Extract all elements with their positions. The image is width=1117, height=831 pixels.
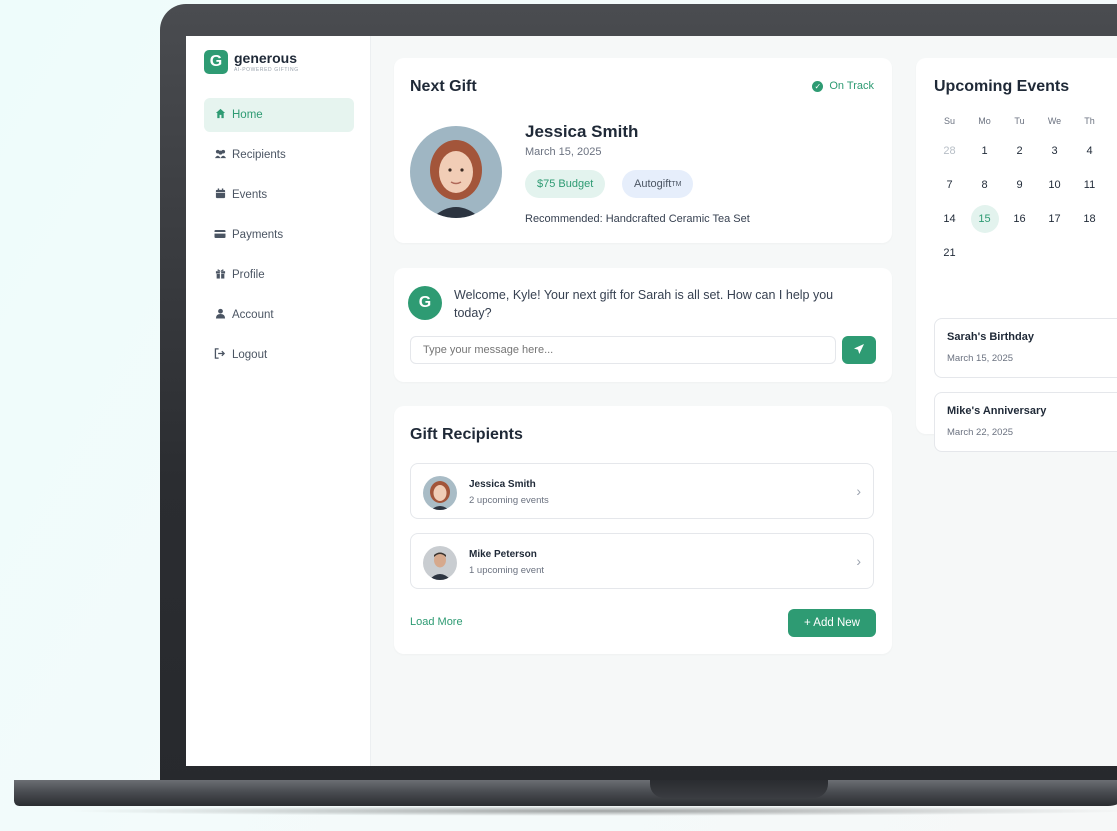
sidebar-item-label: Account (232, 309, 274, 321)
sidebar-item-events[interactable]: Events (204, 178, 354, 212)
calendar-day[interactable]: 16 (1002, 213, 1037, 225)
calendar-day-today[interactable]: 15 (970, 205, 999, 233)
app-screen: G generous AI-POWERED GIFTING Home Recip… (186, 36, 1117, 766)
event-date: March 15, 2025 (947, 353, 1014, 364)
sidebar-item-label: Logout (232, 349, 268, 361)
calendar-day[interactable]: 8 (967, 179, 1002, 191)
avatar (423, 546, 457, 580)
next-gift-title: Next Gift (410, 78, 477, 95)
sidebar-item-payments[interactable]: Payments (204, 218, 354, 252)
load-more-link[interactable]: Load More (410, 616, 463, 628)
calendar-day[interactable]: 14 (932, 213, 967, 225)
calendar-icon (213, 188, 227, 202)
recommended-gift: Recommended: Handcrafted Ceramic Tea Set (525, 213, 750, 225)
recipient-name: Jessica Smith (525, 122, 639, 141)
assistant-logo-icon: G (408, 286, 442, 320)
sidebar-item-label: Payments (232, 229, 284, 241)
brand-name: generous (234, 50, 298, 66)
sidebar-item-label: Home (232, 109, 263, 121)
calendar-day[interactable]: 11 (1072, 179, 1107, 191)
calendar-day[interactable]: 3 (1037, 145, 1072, 157)
laptop-base (14, 780, 1117, 806)
calendar-day[interactable]: 28 (932, 145, 967, 157)
send-button[interactable] (842, 336, 876, 364)
calendar-day[interactable]: 9 (1002, 179, 1037, 191)
event-item[interactable]: Mike's Anniversary March 22, 2025 (934, 392, 1117, 452)
recipient-row[interactable]: Mike Peterson 1 upcoming event › (410, 533, 874, 589)
calendar-day[interactable]: 18 (1072, 213, 1107, 225)
sidebar-item-recipients[interactable]: Recipients (204, 138, 354, 172)
sidebar: G generous AI-POWERED GIFTING Home Recip… (186, 36, 371, 766)
laptop-shadow (60, 806, 1117, 816)
events-title: Upcoming Events (934, 78, 1070, 95)
event-title: Sarah's Birthday (947, 331, 1034, 343)
brand-tagline: AI-POWERED GIFTING (234, 67, 299, 73)
weekday-label: Th (1084, 116, 1095, 126)
sidebar-item-logout[interactable]: Logout (204, 338, 354, 372)
calendar-day[interactable]: 1 (967, 145, 1002, 157)
calendar-day[interactable]: 4 (1072, 145, 1107, 157)
calendar-day[interactable]: 2 (1002, 145, 1037, 157)
weekday-label: Su (943, 116, 955, 126)
recipient-name: Jessica Smith (469, 479, 536, 490)
sidebar-item-profile[interactable]: Profile (204, 258, 354, 292)
avatar (410, 126, 502, 218)
next-gift-card: Next Gift ✓ On Track Jessica Smith March… (394, 58, 892, 243)
recipient-events-count: 1 upcoming event (469, 565, 544, 576)
sidebar-item-account[interactable]: Account (204, 298, 354, 332)
trademark-mark: TM (671, 180, 682, 188)
status-text: On Track (829, 80, 874, 92)
recipient-row[interactable]: Jessica Smith 2 upcoming events › (410, 463, 874, 519)
user-icon (213, 308, 227, 322)
calendar-week: 21 (932, 236, 1107, 270)
gift-date: March 15, 2025 (525, 146, 602, 158)
assistant-chat-card: G Welcome, Kyle! Your next gift for Sara… (394, 268, 892, 382)
assistant-message: Welcome, Kyle! Your next gift for Sarah … (454, 288, 834, 320)
recipient-events-count: 2 upcoming events (469, 495, 549, 506)
sidebar-item-label: Events (232, 189, 268, 201)
recipient-name: Mike Peterson (469, 549, 537, 560)
credit-card-icon (213, 229, 227, 242)
home-icon (213, 108, 227, 122)
weekday-label: Mo (978, 116, 991, 126)
calendar-day[interactable]: 7 (932, 179, 967, 191)
calendar-week: 14 15 16 17 18 (932, 202, 1107, 236)
calendar-week: 28 1 2 3 4 (932, 134, 1107, 168)
recipients-title: Gift Recipients (410, 426, 523, 443)
event-title: Mike's Anniversary (947, 405, 1047, 417)
chevron-right-icon: › (856, 483, 861, 499)
laptop-notch (650, 780, 828, 798)
status-badge: ✓ On Track (812, 80, 874, 92)
logout-icon (213, 348, 227, 362)
calendar-day[interactable]: 17 (1037, 213, 1072, 225)
chevron-right-icon: › (856, 553, 861, 569)
users-icon (213, 148, 227, 162)
calendar: Su Mo Tu We Th 28 1 2 3 4 7 8 9 10 11 14 15 16 17 18 21 (932, 116, 1107, 270)
calendar-weekdays: Su Mo Tu We Th (932, 116, 1107, 134)
calendar-day[interactable]: 21 (932, 247, 967, 259)
sidebar-nav: Home Recipients Events Payments Profile … (204, 98, 354, 378)
calendar-day[interactable]: 10 (1037, 179, 1072, 191)
sidebar-item-label: Profile (232, 269, 265, 281)
chat-input[interactable] (410, 336, 836, 364)
autogift-badge: Autogift TM (622, 170, 694, 198)
check-circle-icon: ✓ (812, 80, 824, 92)
add-new-button[interactable]: + Add New (788, 609, 876, 637)
weekday-label: We (1047, 116, 1062, 126)
logo-icon: G (204, 50, 228, 74)
avatar (423, 476, 457, 510)
gift-icon (213, 268, 227, 282)
send-icon (853, 343, 865, 358)
upcoming-events-card: Upcoming Events Su Mo Tu We Th 28 1 2 3 4 7 8 9 10 1… (916, 58, 1117, 452)
weekday-label: Tu (1014, 116, 1025, 126)
budget-badge: $75 Budget (525, 170, 606, 198)
sidebar-item-home[interactable]: Home (204, 98, 354, 132)
event-item[interactable]: Sarah's Birthday March 15, 2025 (934, 318, 1117, 378)
sidebar-item-label: Recipients (232, 149, 286, 161)
autogift-label: Autogift (634, 178, 672, 190)
brand[interactable]: G generous AI-POWERED GIFTING (204, 50, 299, 74)
gift-recipients-card: Gift Recipients Jessica Smith 2 upcoming… (394, 406, 892, 654)
event-date: March 22, 2025 (947, 427, 1014, 438)
calendar-week: 7 8 9 10 11 (932, 168, 1107, 202)
